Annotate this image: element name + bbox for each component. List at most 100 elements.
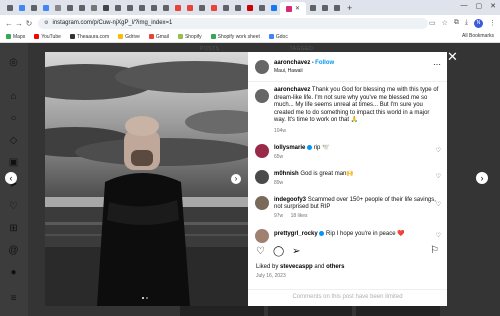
bookmark-item[interactable]: Gdoc: [268, 34, 288, 40]
cast-icon[interactable]: ▭: [429, 19, 436, 27]
caption-author-username[interactable]: aaronchavez: [274, 87, 310, 93]
site-info-icon[interactable]: ⚙: [44, 20, 48, 26]
browser-tab[interactable]: [16, 2, 27, 13]
profile-avatar[interactable]: N: [474, 18, 483, 28]
author-username[interactable]: aaronchavez: [274, 60, 310, 66]
bookmark-label: Theaaura.com: [76, 33, 110, 40]
next-image-arrow-icon[interactable]: ›: [231, 174, 241, 184]
comment-likes[interactable]: 18 likes: [291, 213, 308, 219]
comment-avatar[interactable]: [255, 196, 269, 210]
all-bookmarks-button[interactable]: All Bookmarks: [462, 33, 494, 39]
caption-author-avatar[interactable]: [255, 89, 269, 103]
verified-badge-icon: [319, 231, 325, 236]
browser-tab[interactable]: [196, 2, 207, 13]
browser-tab[interactable]: [220, 2, 231, 13]
browser-tab[interactable]: [88, 2, 99, 13]
menu-icon[interactable]: ⋮: [489, 19, 496, 27]
bookmark-item[interactable]: Gdrive: [118, 34, 140, 40]
browser-tab[interactable]: [307, 2, 318, 13]
browser-tab[interactable]: [208, 2, 219, 13]
save-bookmark-icon[interactable]: ⚐: [430, 245, 439, 256]
create-icon[interactable]: ⊞: [8, 223, 19, 234]
post-date[interactable]: July 16, 2023: [256, 273, 286, 279]
like-comment-heart-icon[interactable]: ♡: [436, 173, 441, 180]
minimize-icon[interactable]: —: [461, 2, 468, 10]
browser-tab[interactable]: [76, 2, 87, 13]
back-icon[interactable]: ←: [4, 19, 14, 28]
browser-tab[interactable]: [244, 2, 255, 13]
browser-tab[interactable]: [160, 2, 171, 13]
close-window-icon[interactable]: ✕: [490, 2, 496, 10]
comment-avatar[interactable]: [255, 144, 269, 158]
download-icon[interactable]: ⤓: [465, 19, 468, 27]
bookmark-star-icon[interactable]: ☆: [442, 19, 448, 27]
bookmark-item[interactable]: Shopify: [177, 34, 202, 40]
bookmark-item[interactable]: YouTube: [34, 34, 61, 40]
browser-tab[interactable]: [4, 2, 15, 13]
like-comment-heart-icon[interactable]: ♡: [436, 201, 441, 208]
forward-icon[interactable]: →: [14, 19, 24, 28]
extensions-icon[interactable]: ⧉: [454, 19, 459, 27]
instagram-logo-icon[interactable]: ◎: [8, 57, 19, 68]
profile-icon[interactable]: ●: [8, 267, 19, 278]
more-menu-icon[interactable]: ≡: [8, 293, 19, 304]
new-tab-icon[interactable]: +: [347, 3, 352, 13]
browser-tab[interactable]: [256, 2, 267, 13]
bookmark-item[interactable]: Theaaura.com: [69, 33, 110, 40]
comment-username[interactable]: indegoofy3: [274, 197, 306, 203]
browser-tab[interactable]: [124, 2, 135, 13]
previous-post-arrow-icon[interactable]: ‹: [5, 172, 17, 184]
reload-icon[interactable]: ↻: [24, 19, 34, 28]
browser-tab[interactable]: [28, 2, 39, 13]
browser-tab[interactable]: [319, 2, 330, 13]
liked-by-others[interactable]: others: [326, 264, 344, 270]
browser-tab[interactable]: [184, 2, 195, 13]
browser-tab[interactable]: [52, 2, 63, 13]
share-icon[interactable]: ➢: [292, 246, 300, 257]
maximize-icon[interactable]: ▢: [476, 2, 483, 10]
bookmark-item[interactable]: Maps: [6, 34, 25, 40]
close-tab-icon[interactable]: ✕: [295, 5, 300, 12]
comment-age: 97w: [274, 213, 284, 219]
more-options-icon[interactable]: ⋯: [433, 60, 441, 69]
reels-icon[interactable]: ▣: [8, 157, 19, 168]
browser-tab[interactable]: [172, 2, 183, 13]
browser-tab[interactable]: [112, 2, 123, 13]
browser-tab[interactable]: [40, 2, 51, 13]
liked-by-and: and: [312, 264, 327, 270]
notifications-heart-icon[interactable]: ♡: [8, 201, 19, 212]
search-icon[interactable]: ○: [8, 113, 19, 124]
like-comment-heart-icon[interactable]: ♡: [436, 232, 441, 239]
home-icon[interactable]: ⌂: [8, 91, 19, 102]
browser-tab[interactable]: [331, 2, 342, 13]
comment-username[interactable]: lollysmarie: [274, 145, 305, 151]
post-location[interactable]: Maui, Hawaii: [274, 68, 303, 74]
comment-avatar[interactable]: [255, 229, 269, 243]
close-modal-icon[interactable]: ✕: [447, 49, 458, 65]
explore-icon[interactable]: ◇: [8, 135, 19, 146]
comment-avatar[interactable]: [255, 170, 269, 184]
browser-tab[interactable]: [232, 2, 243, 13]
comment-username[interactable]: m0hnish: [274, 171, 299, 177]
next-post-arrow-icon[interactable]: ›: [476, 172, 488, 184]
bookmark-item[interactable]: Gmail: [148, 34, 169, 40]
url-input[interactable]: ⚙ instagram.com/p/Cuw-njXgP_l/?img_index…: [38, 17, 428, 29]
browser-tab[interactable]: [136, 2, 147, 13]
threads-icon[interactable]: @: [8, 245, 19, 256]
tab-favicon-icon: [270, 4, 277, 11]
bookmark-item[interactable]: Shopify work sheet: [210, 34, 260, 40]
liked-by-user[interactable]: stevecaspp: [280, 264, 313, 270]
author-avatar[interactable]: [255, 60, 269, 74]
follow-button[interactable]: Follow: [315, 60, 334, 66]
active-browser-tab[interactable]: ✕: [280, 2, 306, 15]
like-heart-icon[interactable]: ♡: [256, 246, 265, 257]
browser-tab[interactable]: [148, 2, 159, 13]
comment-icon[interactable]: ◯: [273, 246, 284, 257]
like-comment-heart-icon[interactable]: ♡: [436, 147, 441, 154]
comment-username[interactable]: prettygrl_rocky: [274, 231, 318, 237]
browser-tab[interactable]: [64, 2, 75, 13]
browser-tab[interactable]: [268, 2, 279, 13]
bookmark-favicon-icon: [34, 34, 40, 39]
tab-favicon-icon: [198, 4, 205, 11]
browser-tab[interactable]: [100, 2, 111, 13]
